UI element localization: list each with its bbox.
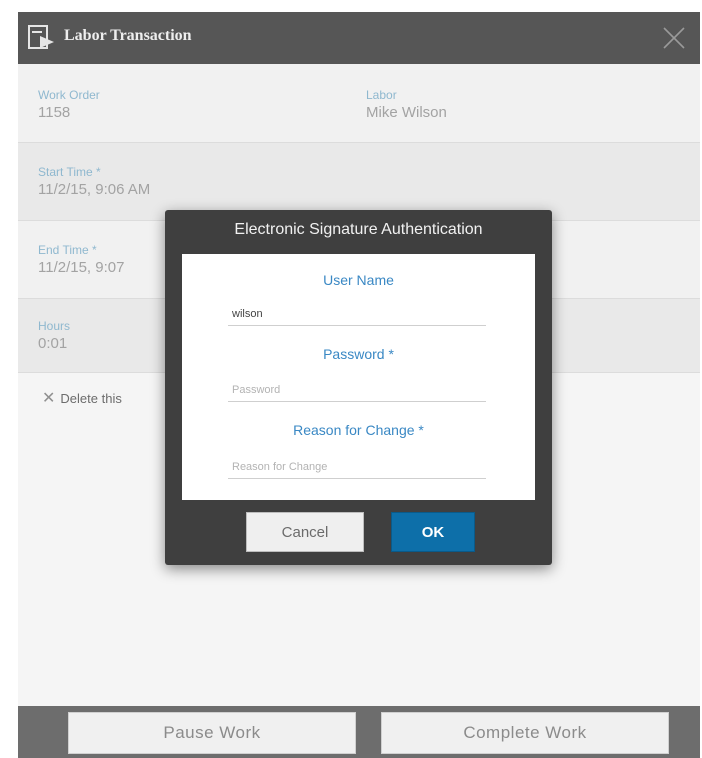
labor-label: Labor (366, 88, 397, 102)
cancel-button[interactable]: Cancel (246, 512, 364, 552)
pause-work-button[interactable]: Pause Work (68, 712, 356, 754)
labor-transaction-icon (28, 25, 54, 49)
ok-button[interactable]: OK (391, 512, 475, 552)
footer-bar: Pause Work Complete Work (18, 706, 700, 758)
delete-icon: ✕ (42, 390, 56, 407)
user-name-label: User Name (323, 272, 394, 288)
dialog-title: Labor Transaction (64, 27, 192, 44)
delete-label: Delete this (60, 391, 122, 406)
start-time-value: 11/2/15, 9:06 AM (38, 181, 151, 198)
password-label: Password * (323, 346, 394, 362)
labor-value: Mike Wilson (366, 104, 447, 121)
work-order-labor-row: Work Order 1158 Labor Mike Wilson (18, 64, 700, 143)
reason-input[interactable] (228, 456, 486, 479)
complete-work-button[interactable]: Complete Work (381, 712, 669, 754)
esig-form: User Name Password * Reason for Change * (182, 254, 535, 500)
title-bar: Labor Transaction (18, 12, 700, 64)
end-time-value: 11/2/15, 9:07 (38, 259, 125, 276)
esig-modal: Electronic Signature Authentication User… (165, 210, 552, 565)
reason-label: Reason for Change * (293, 422, 424, 438)
password-input[interactable] (228, 379, 486, 402)
work-order-value: 1158 (38, 104, 71, 121)
hours-value: 0:01 (38, 335, 68, 352)
esig-title: Electronic Signature Authentication (234, 221, 483, 238)
start-time-label: Start Time * (38, 165, 101, 179)
delete-link[interactable]: ✕ Delete this (42, 388, 122, 408)
close-icon[interactable] (660, 24, 688, 52)
end-time-label: End Time * (38, 243, 97, 257)
work-order-label: Work Order (38, 88, 100, 102)
user-name-input[interactable] (228, 303, 486, 326)
hours-label: Hours (38, 319, 71, 333)
